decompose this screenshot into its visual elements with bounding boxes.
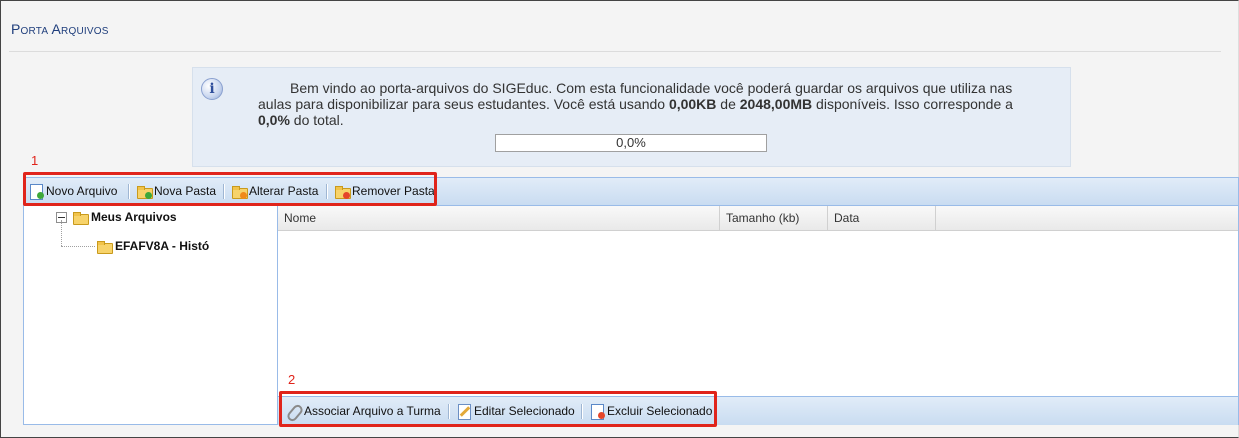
delete-file-icon [589,403,605,420]
tree-node-root[interactable]: Meus Arquivos [56,209,177,225]
edit-icon [456,403,472,420]
folder-open-icon [72,209,89,225]
progress-label: 0,0% [616,135,646,150]
tree-connector [61,246,95,248]
annotation-marker-2: 2 [288,372,296,387]
delete-selected-label: Excluir Selecionado [607,404,713,418]
tree-node-label: EFAFV8A - Histó [115,239,210,253]
file-manager-panel: Novo Arquivo Nova Pasta Alterar Pasta Re… [23,177,1239,425]
new-file-label: Novo Arquivo [46,184,118,198]
page-frame: Porta Arquivos i Bem vindo ao porta-arqu… [0,0,1239,438]
toolbar-separator [128,184,130,199]
folder-icon [96,238,113,254]
storage-progress-bar: 0,0% [495,134,767,152]
bottom-toolbar: Associar Arquivo a Turma Editar Selecion… [278,396,1238,425]
grid-header: Nome Tamanho (kb) Data [278,206,1238,231]
top-toolbar: Novo Arquivo Nova Pasta Alterar Pasta Re… [24,178,1238,206]
tree-connector [61,220,63,246]
info-message: Bem vindo ao porta-arquivos do SIGEduc. … [258,80,1048,128]
info-box: i Bem vindo ao porta-arquivos do SIGEduc… [192,67,1071,167]
info-icon: i [201,78,223,100]
available-storage: 2048,00MB [739,96,813,112]
rename-folder-button[interactable]: Alterar Pasta [231,182,318,200]
usage-percent: 0,0% [258,112,290,128]
title-divider [9,51,1221,52]
rename-folder-icon [231,183,248,199]
remove-folder-label: Remover Pasta [352,184,435,198]
info-text-part: disponíveis. Isso corresponde a [812,96,1013,112]
toolbar-separator [581,404,583,419]
delete-selected-button[interactable]: Excluir Selecionado [589,402,712,420]
remove-folder-button[interactable]: Remover Pasta [334,182,435,200]
page-title: Porta Arquivos [11,21,109,37]
rename-folder-label: Alterar Pasta [249,184,319,198]
remove-folder-icon [334,183,351,199]
toolbar-separator [326,184,328,199]
associate-file-label: Associar Arquivo a Turma [304,404,441,418]
associate-file-button[interactable]: Associar Arquivo a Turma [286,402,441,420]
tree-node-child[interactable]: EFAFV8A - Histó [96,238,209,254]
new-file-button[interactable]: Novo Arquivo [28,182,117,200]
new-folder-button[interactable]: Nova Pasta [136,182,216,200]
toolbar-separator [448,404,450,419]
paperclip-icon [286,403,302,419]
toolbar-separator [223,184,225,199]
annotation-marker-1: 1 [31,153,39,168]
new-folder-label: Nova Pasta [154,184,217,198]
column-header-date[interactable]: Data [828,206,936,230]
info-text-part: de [716,96,740,112]
column-header-size[interactable]: Tamanho (kb) [720,206,828,230]
used-storage: 0,00KB [668,96,717,112]
column-header-name[interactable]: Nome [278,206,720,230]
folder-tree: Meus Arquivos EFAFV8A - Histó [24,206,278,424]
file-grid: Nome Tamanho (kb) Data [278,206,1238,396]
info-text-part: do total. [289,112,344,128]
edit-selected-label: Editar Selecionado [474,404,575,418]
edit-selected-button[interactable]: Editar Selecionado [456,402,575,420]
new-folder-icon [136,183,153,199]
tree-node-label: Meus Arquivos [91,210,177,224]
new-file-icon [28,183,44,200]
